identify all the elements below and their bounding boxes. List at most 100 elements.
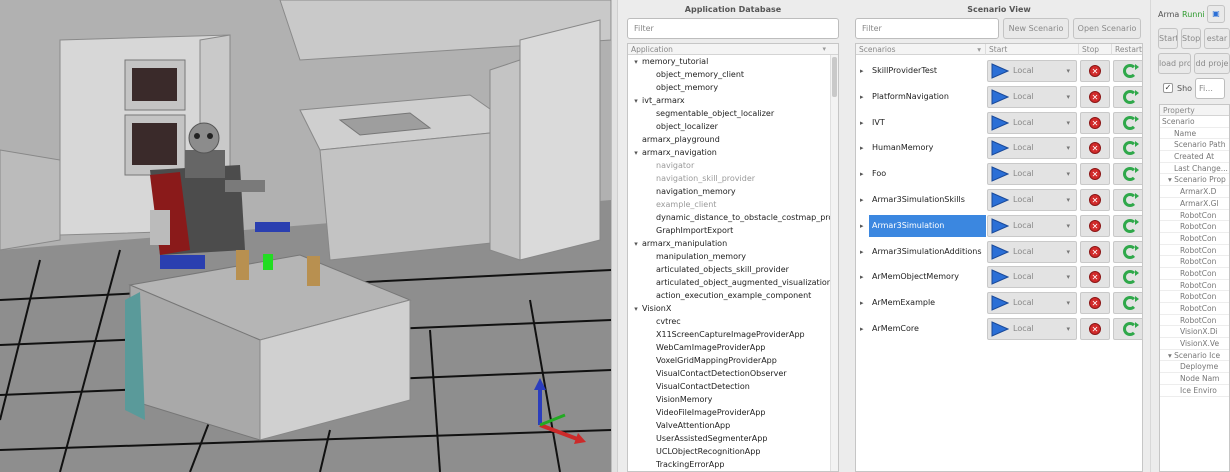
restart-scenario-button[interactable]: estar	[1204, 28, 1230, 49]
scenario-name[interactable]: SkillProviderTest	[856, 60, 986, 82]
scenario-row[interactable]: ▸ Armar3SimulationSkills Local ▾ ✕	[856, 187, 1142, 213]
property-row[interactable]: RobotCon	[1160, 221, 1229, 233]
open-scenario-button[interactable]: Open Scenario	[1073, 18, 1141, 39]
property-filter-input[interactable]	[1195, 78, 1225, 99]
add-project-button[interactable]: dd proje	[1194, 53, 1230, 74]
app-tree-item[interactable]: action_execution_example_component	[628, 289, 838, 302]
property-row[interactable]: Deployme	[1160, 361, 1229, 374]
stop-button[interactable]: ✕	[1080, 111, 1110, 134]
stop-button[interactable]: ✕	[1080, 318, 1110, 340]
app-tree-item[interactable]: armarx_playground	[628, 133, 838, 146]
scenario-row[interactable]: ▸ ArMemCore Local ▾ ✕	[856, 316, 1142, 342]
scenario-row[interactable]: ▸ Armar3Simulation Local ▾ ✕	[856, 213, 1142, 239]
app-tree-item[interactable]: X11ScreenCaptureImageProviderApp	[628, 328, 838, 341]
restart-button[interactable]	[1113, 137, 1142, 160]
stop-button[interactable]: ✕	[1080, 137, 1110, 160]
app-tree-item[interactable]: articulated_objects_skill_provider	[628, 263, 838, 276]
property-row[interactable]: RobotCon	[1160, 233, 1229, 245]
app-tree-item[interactable]: GraphImportExport	[628, 224, 838, 237]
scenario-row[interactable]: ▸ HumanMemory Local ▾ ✕	[856, 135, 1142, 161]
scenario-name[interactable]: PlatformNavigation	[856, 86, 986, 108]
app-tree-item[interactable]: ▾ armarx_manipulation	[628, 237, 838, 250]
property-row[interactable]: RobotCon	[1160, 268, 1229, 280]
restart-button[interactable]	[1113, 111, 1142, 134]
new-scenario-button[interactable]: New Scenario	[1003, 18, 1069, 39]
show-checkbox[interactable]: ✓	[1163, 83, 1173, 93]
property-row[interactable]: Scenario	[1160, 116, 1229, 128]
scenario-row[interactable]: ▸ Foo Local ▾ ✕	[856, 161, 1142, 187]
scenario-name[interactable]: HumanMemory	[856, 137, 986, 159]
start-mode-dropdown[interactable]: Local ▾	[987, 189, 1077, 211]
scenario-name[interactable]: IVT	[856, 112, 986, 134]
stop-button[interactable]: ✕	[1080, 163, 1110, 186]
property-row[interactable]: ArmarX.Gl	[1160, 198, 1229, 210]
restart-button[interactable]	[1113, 60, 1142, 82]
start-mode-dropdown[interactable]: Local ▾	[987, 111, 1077, 134]
scenario-row[interactable]: ▸ SkillProviderTest Local ▾ ✕	[856, 58, 1142, 84]
save-button[interactable]: ▣	[1207, 5, 1225, 23]
scenario-name[interactable]: Armar3SimulationAdditions	[856, 241, 986, 263]
scenario-name[interactable]: ArMemObjectMemory	[856, 266, 986, 288]
start-mode-dropdown[interactable]: Local ▾	[987, 240, 1077, 263]
app-tree-item[interactable]: UCLObjectRecognitionApp	[628, 445, 838, 458]
property-row[interactable]: RobotCon	[1160, 256, 1229, 268]
property-row[interactable]: Scenario Path	[1160, 139, 1229, 152]
app-tree-item[interactable]: object_memory	[628, 81, 838, 94]
start-mode-dropdown[interactable]: Local ▾	[987, 85, 1077, 108]
app-tree-item[interactable]: WebCamImageProviderApp	[628, 341, 838, 354]
app-tree-item[interactable]: manipulation_memory	[628, 250, 838, 263]
start-scenario-button[interactable]: Start	[1158, 28, 1178, 49]
property-row[interactable]: Node Nam	[1160, 373, 1229, 385]
app-tree-item[interactable]: object_localizer	[628, 120, 838, 133]
property-row[interactable]: RobotCon	[1160, 315, 1229, 327]
scenarios-column-header[interactable]: Scenarios ▾	[856, 44, 986, 55]
scenario-table[interactable]: Scenarios ▾ Start Stop Restart ▸ SkillPro…	[855, 43, 1143, 472]
property-column-header[interactable]: Property	[1160, 105, 1229, 116]
stop-button[interactable]: ✕	[1080, 85, 1110, 108]
start-mode-dropdown[interactable]: Local ▾	[987, 318, 1077, 340]
app-tree-item[interactable]: navigator	[628, 159, 838, 172]
tree-scrollbar[interactable]	[830, 55, 838, 471]
scenario-name[interactable]: Armar3SimulationSkills	[856, 189, 986, 211]
app-tree-item[interactable]: navigation_memory	[628, 185, 838, 198]
stop-button[interactable]: ✕	[1080, 266, 1110, 289]
restart-button[interactable]	[1113, 85, 1142, 108]
app-tree-item[interactable]: ▾ VisionX	[628, 302, 838, 315]
stop-column-header[interactable]: Stop	[1079, 44, 1112, 55]
property-row[interactable]: ArmarX.D	[1160, 186, 1229, 198]
scenario-row[interactable]: ▸ IVT Local ▾ ✕	[856, 110, 1142, 136]
property-row[interactable]: VisionX.Di	[1160, 326, 1229, 339]
application-column-header[interactable]: Application ▾	[628, 44, 838, 55]
expand-right-arrow-icon[interactable]: ▸	[860, 215, 864, 237]
tree-scrollbar-thumb[interactable]	[832, 57, 837, 97]
app-filter-input[interactable]	[627, 18, 839, 39]
restart-column-header[interactable]: Restart	[1112, 44, 1142, 55]
app-tree-item[interactable]: object_memory_client	[628, 68, 838, 81]
simulation-3d-viewport[interactable]	[0, 0, 611, 472]
scenario-name[interactable]: Foo	[856, 163, 986, 185]
scenario-row[interactable]: ▸ ArMemExample Local ▾ ✕	[856, 290, 1142, 316]
restart-button[interactable]	[1113, 189, 1142, 211]
scenario-row[interactable]: ▸ PlatformNavigation Local ▾ ✕	[856, 84, 1142, 110]
app-tree-item[interactable]: VisualContactDetectionObserver	[628, 367, 838, 380]
stop-button[interactable]: ✕	[1080, 214, 1110, 237]
stop-button[interactable]: ✕	[1080, 292, 1110, 315]
property-row[interactable]: ▾ Scenario Prop	[1160, 174, 1229, 187]
stop-scenario-button[interactable]: Stop	[1181, 28, 1201, 49]
start-mode-dropdown[interactable]: Local ▾	[987, 266, 1077, 289]
app-tree-item[interactable]: dynamic_distance_to_obstacle_costmap_pro…	[628, 211, 838, 224]
app-tree-item[interactable]: VoxelGridMappingProviderApp	[628, 354, 838, 367]
scenario-name[interactable]: ArMemCore	[856, 318, 986, 340]
app-tree-item[interactable]: ▾ memory_tutorial	[628, 55, 838, 68]
property-row[interactable]: VisionX.Ve	[1160, 338, 1229, 350]
restart-button[interactable]	[1113, 240, 1142, 263]
scenario-row[interactable]: ▸ Armar3SimulationAdditions Local ▾ ✕	[856, 239, 1142, 265]
app-tree-item[interactable]: navigation_skill_provider	[628, 172, 838, 185]
restart-button[interactable]	[1113, 214, 1142, 237]
app-tree-item[interactable]: TrackingErrorApp	[628, 458, 838, 471]
property-row[interactable]: RobotCon	[1160, 245, 1229, 257]
app-tree-item[interactable]: ▾ ivt_armarx	[628, 94, 838, 107]
app-tree-item[interactable]: VideoFileImageProviderApp	[628, 406, 838, 419]
restart-button[interactable]	[1113, 163, 1142, 186]
property-row[interactable]: ▾ Scenario Ice	[1160, 350, 1229, 362]
